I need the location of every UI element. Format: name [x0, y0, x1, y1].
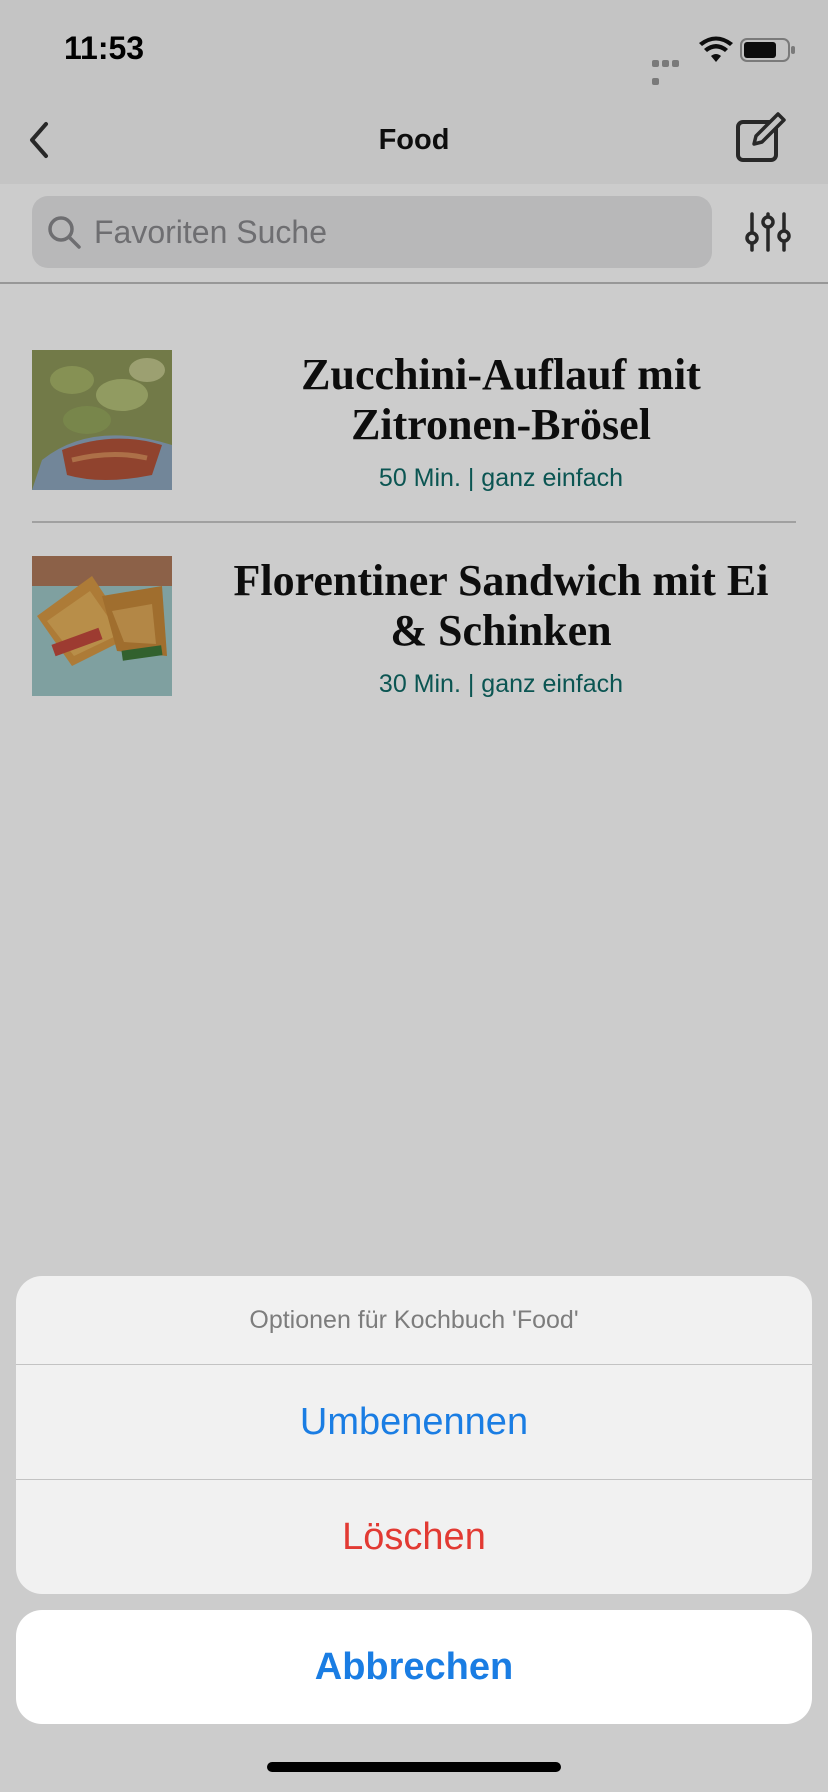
action-sheet-title: Optionen für Kochbuch 'Food'	[249, 1306, 579, 1334]
action-sheet: Optionen für Kochbuch 'Food' Umbenennen …	[16, 1276, 812, 1594]
delete-button[interactable]: Löschen	[16, 1480, 812, 1594]
app-screen: 11:53 Food Favoriten Suche Zucchini-Aufl…	[0, 0, 828, 1792]
home-indicator[interactable]	[267, 1762, 561, 1772]
rename-button[interactable]: Umbenennen	[16, 1365, 812, 1479]
cancel-button[interactable]: Abbrechen	[16, 1610, 812, 1724]
